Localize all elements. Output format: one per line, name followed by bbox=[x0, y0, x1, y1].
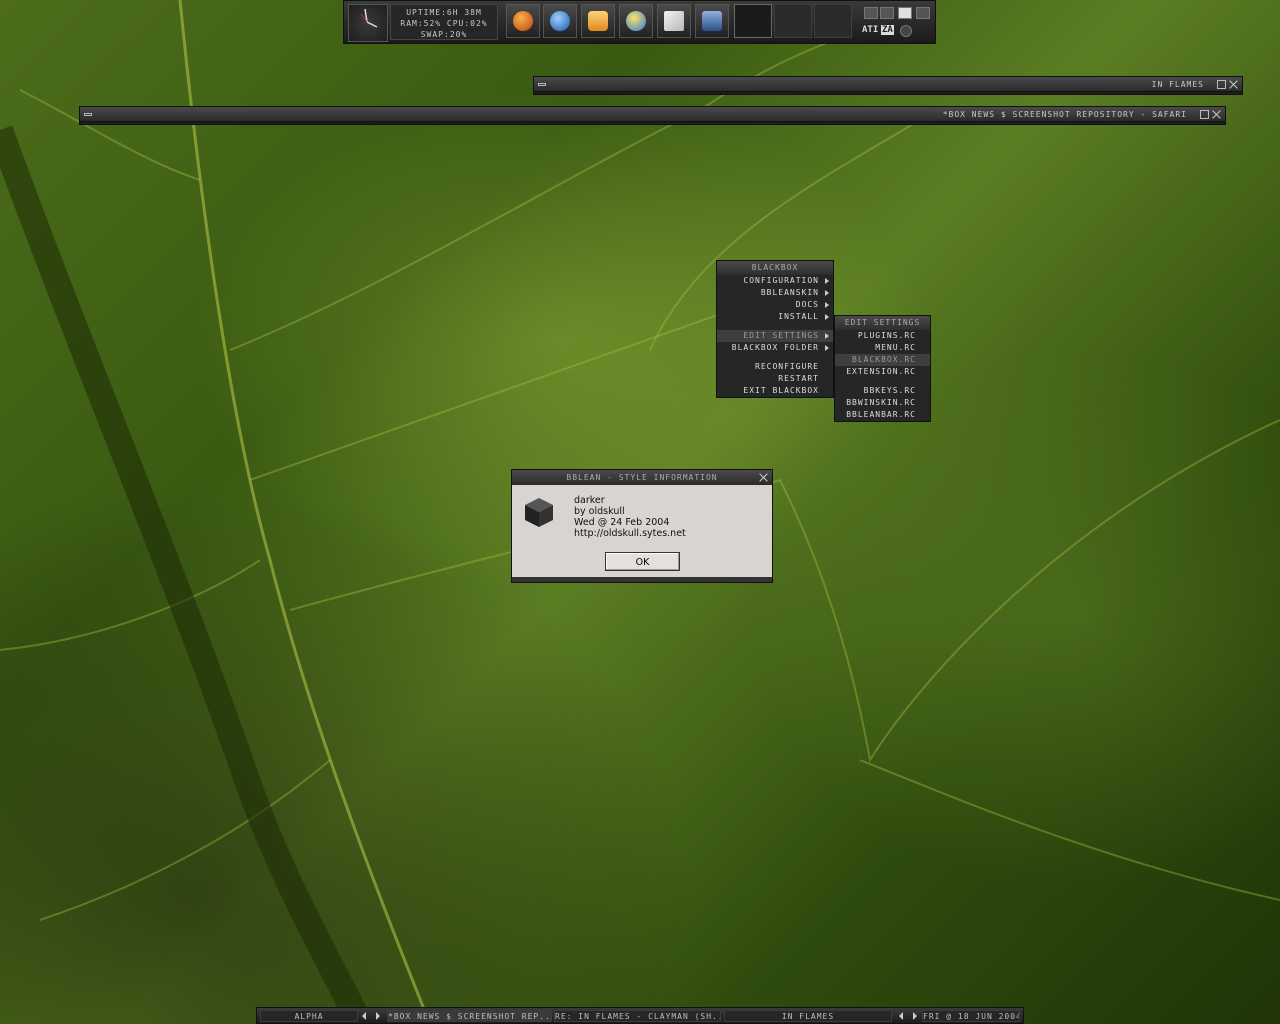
close-icon[interactable] bbox=[1211, 109, 1222, 120]
internet-explorer-icon bbox=[550, 11, 570, 31]
minimize-icon[interactable] bbox=[538, 83, 546, 86]
top-toolbar: UPTIME:6H 38M RAM:52% CPU:02% SWAP:20% A… bbox=[343, 0, 936, 44]
messenger-icon bbox=[626, 11, 646, 31]
internet-explorer-launcher[interactable] bbox=[543, 4, 577, 38]
window-title: IN FLAMES bbox=[1151, 80, 1204, 89]
submenu-item-plugins-rc[interactable]: PLUGINS.RC bbox=[835, 330, 930, 342]
system-monitor: UPTIME:6H 38M RAM:52% CPU:02% SWAP:20% bbox=[390, 4, 498, 40]
maximize-icon[interactable] bbox=[1217, 80, 1226, 89]
submenu-item-bbleanbar-rc[interactable]: BBLEANBAR.RC bbox=[835, 409, 930, 421]
messenger-launcher[interactable] bbox=[619, 4, 653, 38]
workspace-pager-1[interactable] bbox=[734, 4, 772, 38]
volume-tray-icon[interactable] bbox=[880, 7, 894, 19]
zonealarm-tray-icon[interactable]: ZA bbox=[881, 25, 894, 35]
submenu-arrow-icon bbox=[825, 333, 829, 339]
menu-item-restart[interactable]: RESTART bbox=[717, 373, 833, 385]
dialog-title: BBLEAN - STYLE INFORMATION bbox=[512, 470, 772, 485]
submenu-arrow-icon bbox=[825, 278, 829, 284]
submenu-arrow-icon bbox=[825, 345, 829, 351]
taskbar: ALPHA *BOX NEWS $ SCREENSHOT REP... RE: … bbox=[256, 1007, 1024, 1024]
menu-item-bbleanskin[interactable]: BBLEANSKIN bbox=[717, 287, 833, 299]
menu-item-install[interactable]: INSTALL bbox=[717, 311, 833, 323]
menu-title: BLACKBOX bbox=[717, 261, 833, 275]
ati-tray-icon[interactable]: ATI bbox=[862, 25, 878, 35]
dialog-bottom-bar bbox=[512, 577, 772, 582]
ok-button[interactable]: OK bbox=[605, 552, 680, 571]
submenu-item-bbkeys-rc[interactable]: BBKEYS.RC bbox=[835, 385, 930, 397]
submenu-arrow-icon bbox=[825, 290, 829, 296]
minimize-icon[interactable] bbox=[84, 113, 92, 116]
cube-icon bbox=[525, 498, 553, 527]
menu-item-blackbox-folder[interactable]: BLACKBOX FOLDER bbox=[717, 342, 833, 354]
clock-icon bbox=[360, 8, 378, 28]
taskbar-clock[interactable]: FRI @ 18 JUN 2004 bbox=[922, 1010, 1020, 1022]
window-in-flames-titlebar[interactable]: IN FLAMES bbox=[533, 76, 1243, 92]
shield-tray-icon[interactable] bbox=[900, 25, 912, 37]
recycle-bin-launcher[interactable] bbox=[695, 4, 729, 38]
submenu-arrow-icon bbox=[825, 314, 829, 320]
firefox-icon bbox=[513, 11, 533, 31]
mail-icon bbox=[588, 11, 608, 31]
edit-settings-submenu: EDIT SETTINGS PLUGINS.RC MENU.RC BLACKBO… bbox=[834, 315, 931, 422]
workspace-next-icon[interactable] bbox=[376, 1012, 380, 1020]
maximize-icon[interactable] bbox=[1200, 110, 1209, 119]
submenu-item-blackbox-rc[interactable]: BLACKBOX.RC bbox=[835, 354, 930, 366]
close-icon[interactable] bbox=[758, 472, 769, 483]
workspace-label[interactable]: ALPHA bbox=[260, 1010, 358, 1022]
notepad-icon bbox=[664, 11, 684, 31]
submenu-item-menu-rc[interactable]: MENU.RC bbox=[835, 342, 930, 354]
submenu-arrow-icon bbox=[825, 302, 829, 308]
style-name: darker bbox=[574, 495, 605, 506]
window-safari-titlebar[interactable]: *BOX NEWS $ SCREENSHOT REPOSITORY - SAFA… bbox=[79, 106, 1226, 122]
menu-item-edit-settings[interactable]: EDIT SETTINGS bbox=[717, 330, 833, 342]
ram-cpu-readout: RAM:52% CPU:02% bbox=[400, 19, 488, 28]
close-icon[interactable] bbox=[1228, 79, 1239, 90]
menu-item-docs[interactable]: DOCS bbox=[717, 299, 833, 311]
task-next-icon[interactable] bbox=[913, 1012, 917, 1020]
submenu-item-bbwinskin-rc[interactable]: BBWINSKIN.RC bbox=[835, 397, 930, 409]
firefox-launcher[interactable] bbox=[506, 4, 540, 38]
speaker-tray-icon[interactable] bbox=[916, 7, 930, 19]
workspace-pager-2[interactable] bbox=[774, 4, 812, 38]
taskbar-task-in-flames[interactable]: IN FLAMES bbox=[724, 1010, 892, 1022]
recycle-bin-icon bbox=[702, 11, 722, 31]
blackbox-menu: BLACKBOX CONFIGURATION BBLEANSKIN DOCS I… bbox=[716, 260, 834, 398]
menu-separator bbox=[835, 378, 930, 385]
style-details: darker by oldskull Wed @ 24 Feb 2004 htt… bbox=[574, 495, 686, 539]
style-url: http://oldskull.sytes.net bbox=[574, 528, 686, 539]
style-date: Wed @ 24 Feb 2004 bbox=[574, 517, 670, 528]
task-prev-icon[interactable] bbox=[899, 1012, 903, 1020]
taskbar-task-reply[interactable]: RE: IN FLAMES - CLAYMAN (SH... bbox=[554, 1010, 721, 1022]
window-title: *BOX NEWS $ SCREENSHOT REPOSITORY - SAFA… bbox=[942, 110, 1187, 119]
notepad-launcher[interactable] bbox=[657, 4, 691, 38]
window-safari-body-strip bbox=[79, 121, 1226, 125]
swap-readout: SWAP:20% bbox=[420, 30, 468, 39]
network-tray-icon[interactable] bbox=[898, 7, 912, 19]
menu-item-reconfigure[interactable]: RECONFIGURE bbox=[717, 361, 833, 373]
workspace-pager-3[interactable] bbox=[814, 4, 852, 38]
style-author: by oldskull bbox=[574, 506, 625, 517]
workspace-prev-icon[interactable] bbox=[362, 1012, 366, 1020]
submenu-title: EDIT SETTINGS bbox=[835, 316, 930, 330]
menu-separator bbox=[717, 354, 833, 361]
display-tray-icon[interactable] bbox=[864, 7, 878, 19]
window-in-flames-body-strip bbox=[533, 91, 1243, 95]
mail-launcher[interactable] bbox=[581, 4, 615, 38]
analog-clock[interactable] bbox=[348, 4, 388, 42]
uptime-readout: UPTIME:6H 38M bbox=[406, 8, 482, 17]
submenu-item-extension-rc[interactable]: EXTENSION.RC bbox=[835, 366, 930, 378]
taskbar-task-safari[interactable]: *BOX NEWS $ SCREENSHOT REP... bbox=[387, 1010, 552, 1022]
menu-item-configuration[interactable]: CONFIGURATION bbox=[717, 275, 833, 287]
menu-item-exit-blackbox[interactable]: EXIT BLACKBOX bbox=[717, 385, 833, 397]
style-information-dialog: BBLEAN - STYLE INFORMATION darker by old… bbox=[511, 469, 773, 583]
menu-separator bbox=[717, 323, 833, 330]
